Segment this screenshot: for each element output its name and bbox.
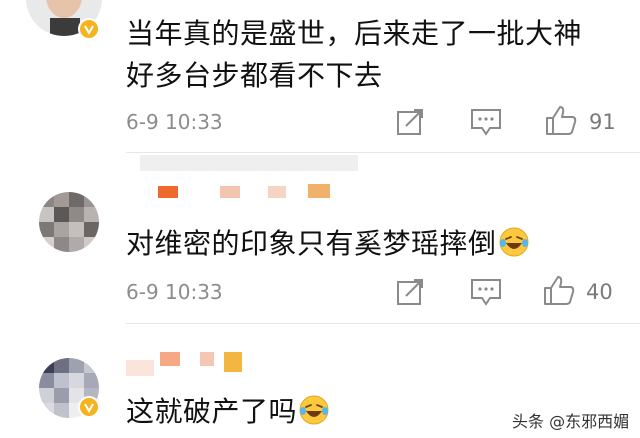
divider [126,152,640,153]
laugh-cry-emoji-icon [299,395,329,425]
verified-badge-icon [78,18,100,40]
share-icon[interactable] [396,108,426,136]
thumbs-up-icon[interactable] [545,104,577,136]
comment-text-content: 对维密的印象只有奚梦瑶摔倒 [126,227,497,260]
comment-text: 对维密的印象只有奚梦瑶摔倒 [126,222,529,262]
divider [126,323,640,324]
laugh-cry-emoji-icon [499,227,529,257]
like-count: 91 [589,110,616,134]
comment-text-line-2: 好多台步都看不下去 [126,59,383,92]
like-count: 40 [586,280,613,304]
redacted-bar [140,155,358,171]
comment-text: 这就破产了吗 [126,390,329,430]
comment-text-content: 这就破产了吗 [126,395,298,428]
comment-time: 6-9 10:33 [126,280,223,304]
verified-badge-icon [78,396,100,418]
comment-icon[interactable] [470,278,502,306]
comment-icon[interactable] [470,108,502,136]
comment-text-line-1: 当年真的是盛世，后来走了一批大神 [126,17,583,50]
avatar[interactable] [39,192,99,252]
thumbs-up-icon[interactable] [543,274,575,306]
comment-time: 6-9 10:33 [126,110,223,134]
watermark: 头条 @东邪西媚 [512,412,630,431]
share-icon[interactable] [396,278,426,306]
